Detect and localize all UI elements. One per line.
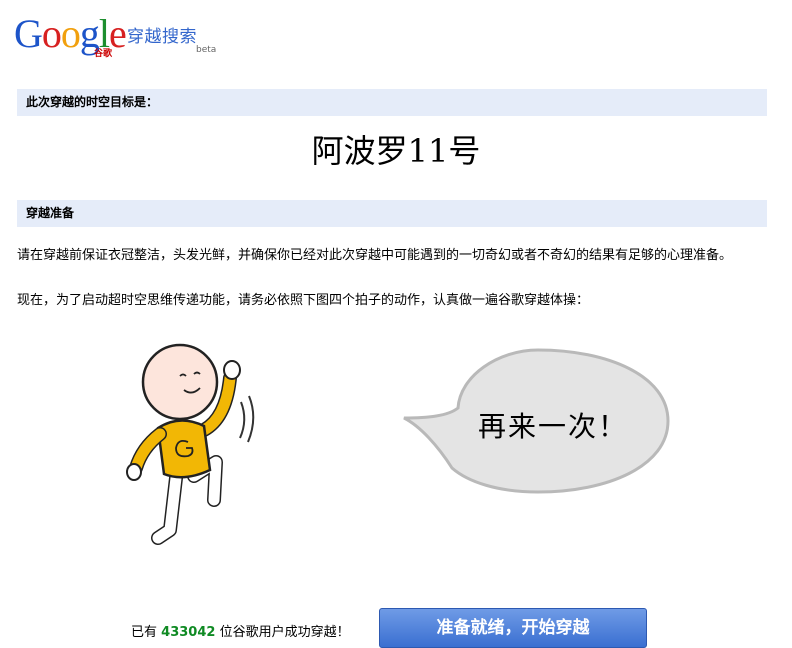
count-suffix: 位谷歌用户成功穿越！ — [219, 625, 350, 640]
success-count-text: 已有 433042 位谷歌用户成功穿越！ — [131, 621, 350, 640]
prep-instructions: 请在穿越前保证衣冠整洁，头发光鲜，并确保你已经对此次穿越中可能遇到的一切奇幻或者… — [17, 248, 733, 263]
logo-subtitle: 谷歌 — [94, 49, 113, 59]
logo-letter: G — [14, 11, 43, 56]
google-logo[interactable]: Google 谷歌 穿越搜索 beta — [14, 12, 224, 60]
destination-text: 阿波罗11号 — [311, 132, 481, 170]
logo-letter: o — [60, 11, 81, 56]
beta-label: beta — [196, 45, 217, 55]
start-time-travel-button[interactable]: 准备就绪，开始穿越 — [379, 608, 647, 648]
dancing-figure-illustration — [126, 343, 255, 545]
prep-section-header: 穿越准备 — [17, 200, 767, 227]
bubble-text: 再来一次！ — [478, 410, 629, 443]
gym-instructions: 现在，为了启动超时空思维传递功能，请务必依照下图四个拍子的动作，认真做一遍谷歌穿… — [17, 293, 590, 308]
product-name: 穿越搜索 — [127, 27, 197, 47]
destination-title: 阿波罗11号 — [0, 126, 792, 172]
logo-letter: o — [41, 11, 62, 56]
success-count: 433042 — [161, 625, 216, 640]
count-prefix: 已有 — [131, 625, 158, 640]
target-section-header: 此次穿越的时空目标是： — [17, 89, 767, 116]
